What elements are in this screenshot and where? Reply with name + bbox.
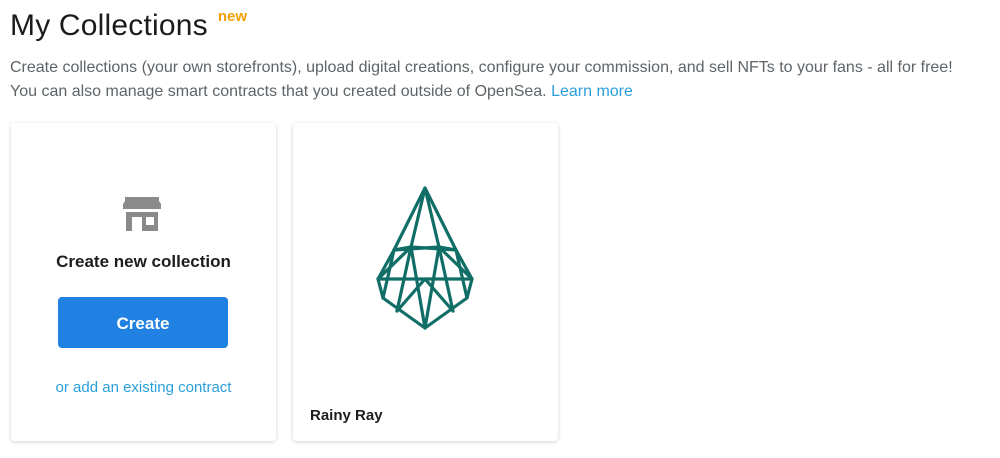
collection-card[interactable]: Rainy Ray	[293, 123, 558, 441]
learn-more-link[interactable]: Learn more	[551, 83, 633, 100]
collection-name: Rainy Ray	[310, 407, 383, 424]
page-title: My Collections	[10, 9, 208, 42]
create-collection-heading: Create new collection	[56, 252, 231, 271]
raindrop-crystal-icon	[376, 186, 474, 330]
add-existing-contract-link[interactable]: or add an existing contract	[11, 379, 276, 396]
page-description: Create collections (your own storefronts…	[10, 56, 990, 104]
description-line-1: Create collections (your own storefronts…	[10, 59, 953, 76]
storefront-icon	[123, 197, 161, 231]
description-line-2: You can also manage smart contracts that…	[10, 80, 990, 104]
create-button[interactable]: Create	[58, 297, 228, 348]
create-collection-card: Create new collection Create or add an e…	[11, 123, 276, 441]
title-row: My Collections new	[10, 6, 247, 46]
new-badge: new	[217, 8, 248, 25]
description-line-2-text: You can also manage smart contracts that…	[10, 83, 547, 100]
my-collections-page: My Collections new Create collections (y…	[0, 0, 1000, 458]
